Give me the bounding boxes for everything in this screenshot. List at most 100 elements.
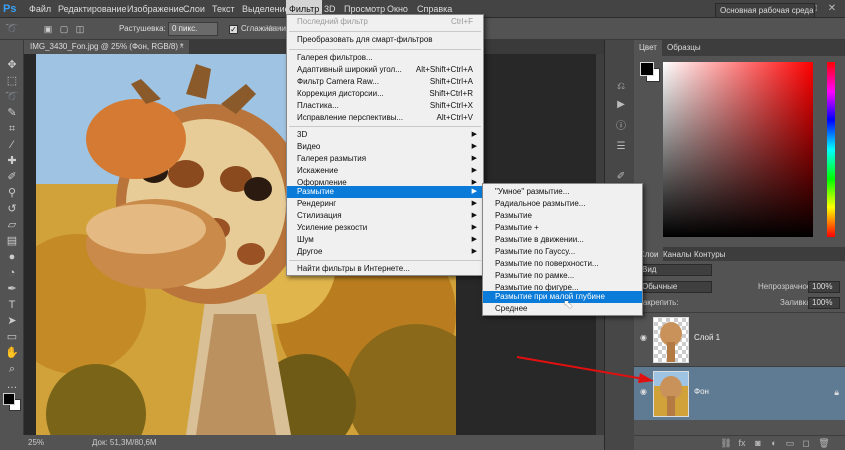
lasso-tool-icon[interactable]: ➰ (4, 22, 20, 36)
menu-item-sharpen[interactable]: Усиление резкости ▶ (287, 222, 483, 234)
menu-image[interactable]: Изображение (124, 0, 187, 18)
submenu-item-radial-blur[interactable]: Радиальное размытие... (483, 198, 642, 210)
menu-item-last-filter: Последний фильтр Ctrl+F (297, 17, 473, 26)
tab-swatches[interactable]: Образцы (662, 40, 706, 56)
antialias-checkbox[interactable]: ✓ (229, 25, 238, 34)
menu-item-filter-gallery[interactable]: Галерея фильтров... (287, 52, 483, 64)
document-tab[interactable]: IMG_3430_Fon.jpg @ 25% (Фон, RGB/8) * × (24, 40, 189, 54)
layer-style-icon[interactable]: fx (736, 438, 748, 449)
foreground-color-swatch[interactable] (3, 393, 15, 405)
blend-mode-select[interactable]: Обычные (638, 281, 712, 293)
brush-tool-icon[interactable]: ✐ (4, 170, 20, 184)
submenu-item-surface-blur[interactable]: Размытие по поверхности... (483, 258, 642, 270)
actions-panel-icon[interactable]: ▶ (614, 98, 628, 112)
menu-select[interactable]: Выделение (239, 0, 293, 18)
history-panel-icon[interactable]: ⎌ (614, 80, 628, 94)
quick-select-icon[interactable]: ✎ (4, 106, 20, 120)
opacity-input[interactable]: 100% (808, 281, 840, 293)
history-brush-icon[interactable]: ↺ (4, 202, 20, 216)
status-bar: 25% Док: 51,3M/80,6M (24, 435, 604, 450)
dodge-tool-icon[interactable]: ◔ (4, 266, 20, 280)
submenu-arrow-icon: ▶ (471, 143, 477, 150)
workspace-select[interactable]: Основная рабочая среда (715, 3, 815, 18)
eraser-icon[interactable]: ▱ (4, 218, 20, 232)
menu-edit[interactable]: Редактирование (55, 0, 130, 18)
link-layers-icon[interactable]: ⛓ (720, 438, 732, 449)
path-select-icon[interactable]: ➤ (4, 314, 20, 328)
menu-item-vanishing-point[interactable]: Исправление перспективы... Alt+Ctrl+V (287, 112, 483, 124)
menu-item-convert-smart[interactable]: Преобразовать для смарт-фильтров (287, 34, 483, 46)
menu-layers[interactable]: Слои (180, 0, 208, 18)
menu-item-camera-raw[interactable]: Фильтр Camera Raw... Shift+Ctrl+A (287, 76, 483, 88)
layer-row-selected[interactable]: ◉ Фон 🔒︎ (634, 366, 845, 420)
layer-name[interactable]: Слой 1 (694, 333, 720, 342)
zoom-level[interactable]: 25% (28, 435, 44, 450)
submenu-item-blur-more[interactable]: Размытие + (483, 222, 642, 234)
add-mask-icon[interactable]: ◙ (752, 438, 764, 449)
menu-item-3d[interactable]: 3D ▶ (287, 129, 483, 141)
crop-tool-icon[interactable]: ⌗ (4, 122, 20, 136)
eyedropper-icon[interactable]: ⁄ (4, 138, 20, 152)
new-layer-icon[interactable]: ◻ (800, 438, 812, 449)
submenu-item-gaussian-blur[interactable]: Размытие по Гауссу... (483, 246, 642, 258)
pen-tool-icon[interactable]: ✒ (4, 282, 20, 296)
gradient-tool-icon[interactable]: ▤ (4, 234, 20, 248)
shape-tool-icon[interactable]: ▭ (4, 330, 20, 344)
hue-slider[interactable] (827, 62, 835, 237)
close-tab-icon[interactable]: × (179, 40, 184, 54)
subtract-selection-icon[interactable]: ◫ (72, 22, 88, 36)
submenu-arrow-icon: ▶ (471, 212, 477, 219)
menu-file[interactable]: Файл (26, 0, 54, 18)
color-field[interactable] (663, 62, 813, 237)
submenu-item-motion-blur[interactable]: Размытие в движении... (483, 234, 642, 246)
menu-item-other[interactable]: Другое ▶ (287, 246, 483, 258)
layer-name[interactable]: Фон (694, 387, 709, 396)
clone-stamp-icon[interactable]: ⚲ (4, 186, 20, 200)
menu-item-blur-gallery[interactable]: Галерея размытия ▶ (287, 153, 483, 165)
fill-input[interactable]: 100% (808, 297, 840, 309)
layer-kind-select[interactable]: Вид (638, 264, 712, 276)
adjustment-layer-icon[interactable]: ◐ (768, 438, 780, 449)
properties-panel-icon[interactable]: ☰ (614, 140, 628, 154)
menu-item-stylize[interactable]: Стилизация ▶ (287, 210, 483, 222)
menu-item-distort[interactable]: Искажение ▶ (287, 165, 483, 177)
brush-panel-icon[interactable]: ✐ (614, 170, 628, 184)
layer-row[interactable]: ◉ Слой 1 (634, 312, 845, 366)
zoom-tool-icon[interactable]: ⌕ (4, 362, 20, 376)
add-selection-icon[interactable]: ▢ (56, 22, 72, 36)
menu-item-video[interactable]: Видео ▶ (287, 141, 483, 153)
close-icon[interactable]: ✕ (825, 3, 839, 15)
new-group-icon[interactable]: ▭ (784, 438, 796, 449)
menu-item-liquify[interactable]: Пластика... Shift+Ctrl+X (287, 100, 483, 112)
marquee-tool-icon[interactable]: ⬚ (4, 74, 20, 88)
tab-color[interactable]: Цвет (634, 40, 662, 56)
refine-edge-button[interactable]: Уточ (266, 18, 283, 40)
filter-menu: Последний фильтр Ctrl+F Преобразовать для… (286, 14, 484, 276)
menu-item-adaptive-wide-angle[interactable]: Адаптивный широкий угол... Alt+Shift+Ctrl… (287, 64, 483, 76)
type-tool-icon[interactable]: T (4, 298, 20, 312)
submenu-arrow-icon: ▶ (471, 248, 477, 255)
submenu-item-blur[interactable]: Размытие (483, 210, 642, 222)
selection-mode-icon[interactable]: ▣ (40, 22, 56, 36)
feather-input[interactable]: 0 пикс. (168, 22, 218, 36)
menu-type[interactable]: Текст (209, 0, 238, 18)
lasso-icon[interactable]: ➰ (4, 90, 20, 104)
info-panel-icon[interactable]: ⓘ (614, 120, 628, 134)
tab-paths[interactable]: Контуры (689, 247, 730, 263)
submenu-item-smart-blur[interactable]: "Умное" размытие... (483, 186, 642, 198)
visibility-eye-icon[interactable]: ◉ (640, 387, 650, 397)
panel-foreground-swatch[interactable] (640, 62, 654, 76)
menu-item-browse-filters[interactable]: Найти фильтры в Интернете... (287, 263, 483, 275)
menu-item-lens-correction[interactable]: Коррекция дисторсии... Shift+Ctrl+R (287, 88, 483, 100)
submenu-item-box-blur[interactable]: Размытие по рамке... (483, 270, 642, 282)
delete-layer-icon[interactable]: 🗑︎ (818, 438, 830, 449)
menu-item-blur[interactable]: Размытие ▶ (287, 186, 483, 198)
menu-item-render[interactable]: Рендеринг ▶ (287, 198, 483, 210)
menu-item-noise[interactable]: Шум ▶ (287, 234, 483, 246)
more-tools-icon[interactable]: … (4, 378, 20, 392)
healing-brush-icon[interactable]: ✚ (4, 154, 20, 168)
move-tool-icon[interactable]: ✥ (4, 58, 20, 72)
blur-tool-icon[interactable]: ● (4, 250, 20, 264)
hand-tool-icon[interactable]: ✋ (4, 346, 20, 360)
visibility-eye-icon[interactable]: ◉ (640, 333, 650, 343)
